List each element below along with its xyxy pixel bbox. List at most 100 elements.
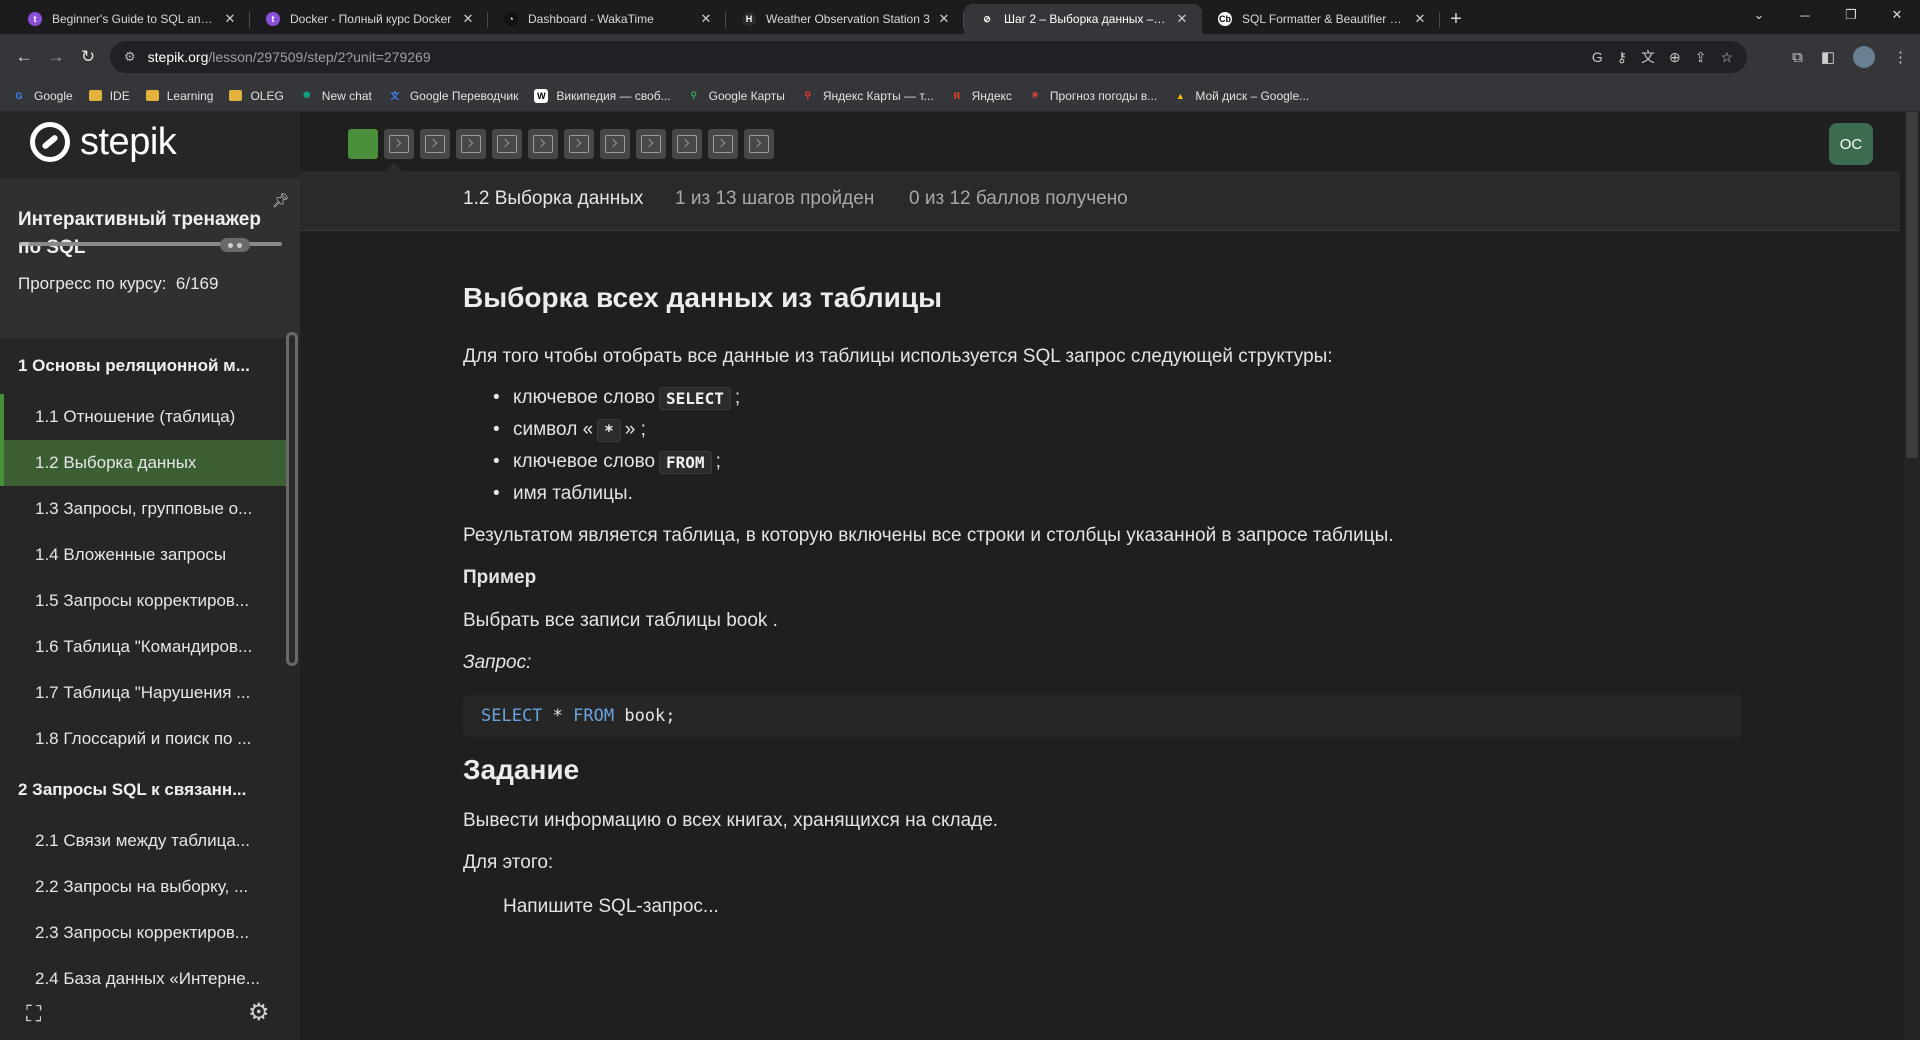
weather-icon: ☀	[1030, 90, 1039, 100]
code-table-name: book;	[614, 706, 676, 726]
step-button[interactable]	[528, 129, 558, 159]
tab-search-icon[interactable]: ⌄	[1736, 0, 1782, 30]
course-title[interactable]: Интерактивный тренажер по SQL	[18, 206, 278, 262]
bookmark-item[interactable]: W Википедия — своб...	[534, 88, 671, 103]
module-title[interactable]: 2 Запросы SQL к связанн...	[0, 762, 286, 818]
content-heading: Выборка всех данных из таблицы	[463, 282, 942, 313]
sidebar-lesson-item[interactable]: 1.7 Таблица "Нарушения ...	[0, 670, 286, 716]
menu-kebab-icon[interactable]: ⋮	[1893, 48, 1908, 66]
module-title[interactable]: 1 Основы реляционной м...	[0, 338, 286, 394]
course-header: 📌︎ Интерактивный тренажер по SQL Прогрес…	[0, 178, 300, 338]
tab-title: Weather Observation Station 3	[766, 12, 930, 26]
address-domain: stepik.org	[147, 49, 209, 65]
new-tab-button[interactable]: +	[1440, 4, 1472, 34]
sidebar-lesson-item[interactable]: 1.3 Запросы, групповые о...	[0, 486, 286, 532]
code-step-icon	[641, 135, 661, 153]
extensions-icon[interactable]: ⧉	[1792, 49, 1803, 66]
bookmark-item[interactable]: ✺ New chat	[300, 89, 372, 103]
inline-code: SELECT	[659, 386, 731, 410]
bookmark-item[interactable]: ⚲ Google Карты	[687, 89, 785, 103]
browser-tab[interactable]: t Beginner's Guide to SQL and Po ✕	[12, 4, 250, 34]
sidebar-lesson-item[interactable]: 1.2 Выборка данных	[0, 440, 286, 486]
inline-code: FROM	[659, 450, 712, 474]
bookmark-label: OLEG	[250, 88, 284, 103]
bookmark-item[interactable]: Я Яндекс	[950, 89, 1012, 103]
browser-tab[interactable]: ⊘ Шаг 2 – Выборка данных – Ste ✕	[964, 4, 1202, 34]
step-button[interactable]	[744, 129, 774, 159]
forward-button[interactable]: →	[40, 41, 72, 73]
lesson-title[interactable]: 1.2 Выборка данных	[463, 188, 643, 210]
bookmark-label: IDE	[109, 88, 130, 103]
step-navigation	[348, 129, 774, 159]
tab-close-icon[interactable]: ✕	[1412, 11, 1428, 27]
structure-list-item: ключевое словоFROM;	[463, 446, 740, 478]
translate-icon[interactable]: 文	[1641, 47, 1655, 67]
back-button[interactable]: ←	[8, 41, 40, 73]
step-button[interactable]	[708, 129, 738, 159]
sidebar-lesson-item[interactable]: 2.4 База данных «Интерне...	[0, 956, 286, 988]
sidebar-lesson-item[interactable]: 1.8 Глоссарий и поиск по ...	[0, 716, 286, 762]
step-button[interactable]	[348, 129, 378, 159]
sidebar-lesson-item[interactable]: 2.2 Запросы на выборку, ...	[0, 864, 286, 910]
profile-avatar-icon[interactable]	[1853, 46, 1875, 68]
step-button[interactable]	[600, 129, 630, 159]
sidebar-lesson-item[interactable]: 2.1 Связи между таблица...	[0, 818, 286, 864]
bookmark-star-icon[interactable]: ☆	[1720, 49, 1733, 66]
sidebar-lesson-item[interactable]: 1.5 Запросы корректиров...	[0, 578, 286, 624]
bookmark-item[interactable]: Learning	[145, 89, 213, 103]
step-button[interactable]	[672, 129, 702, 159]
sidebar-lesson-item[interactable]: 1.1 Отношение (таблица)	[0, 394, 286, 440]
password-key-icon[interactable]: ⚷	[1617, 49, 1627, 66]
code-step-icon	[713, 135, 733, 153]
user-avatar[interactable]: OC	[1829, 123, 1873, 165]
step-button[interactable]	[384, 129, 414, 159]
step-button[interactable]	[456, 129, 486, 159]
restore-button[interactable]: ❐	[1828, 0, 1874, 30]
page-scrollbar[interactable]	[1904, 112, 1920, 1040]
result-text: Результатом является таблица, в которую …	[463, 525, 1394, 546]
code-block: SELECT * FROM book;	[463, 695, 1741, 737]
tab-title: Dashboard - WakaTime	[528, 12, 654, 26]
tab-close-icon[interactable]: ✕	[1174, 11, 1190, 27]
site-settings-icon[interactable]: ⚙	[124, 49, 136, 65]
stepik-logo[interactable]: stepik	[30, 121, 177, 163]
sidebar-lesson-item[interactable]: 1.4 Вложенные запросы	[0, 532, 286, 578]
tab-close-icon[interactable]: ✕	[936, 11, 952, 27]
sidebar-lesson-item[interactable]: 1.6 Таблица "Командиров...	[0, 624, 286, 670]
address-bar[interactable]: ⚙ stepik.org/lesson/297509/step/2?unit=2…	[110, 41, 1747, 73]
bookmark-item[interactable]: IDE	[88, 88, 130, 103]
step-button[interactable]	[492, 129, 522, 159]
bookmark-item[interactable]: ▲ Мой диск – Google...	[1173, 89, 1309, 103]
step-button[interactable]	[636, 129, 666, 159]
zoom-icon[interactable]: ⊕	[1669, 49, 1681, 66]
browser-tab[interactable]: ◔ Dashboard - WakaTime ✕	[488, 4, 726, 34]
browser-tab[interactable]: H Weather Observation Station 3 ✕	[726, 4, 964, 34]
progress-handle[interactable]	[220, 238, 250, 252]
bookmark-item[interactable]: OLEG	[229, 88, 284, 103]
tab-close-icon[interactable]: ✕	[460, 11, 476, 27]
reload-button[interactable]: ↻	[72, 41, 104, 73]
bookmark-item[interactable]: ☀ Прогноз погоды в...	[1028, 89, 1157, 103]
step-button[interactable]	[420, 129, 450, 159]
tab-close-icon[interactable]: ✕	[222, 11, 238, 27]
minimize-button[interactable]: ─	[1782, 0, 1828, 30]
bookmark-item[interactable]: ⚲ Яндекс Карты — т...	[801, 89, 934, 103]
browser-tab[interactable]: t Docker - Полный курс Docker ✕	[250, 4, 488, 34]
sidebar-scrollbar[interactable]	[286, 332, 298, 666]
step-button[interactable]	[564, 129, 594, 159]
code-select-keyword: SELECT	[481, 706, 543, 726]
tab-close-icon[interactable]: ✕	[698, 11, 714, 27]
browser-tab[interactable]: Cb SQL Formatter & Beautifier Onl ✕	[1202, 4, 1440, 34]
side-panel-icon[interactable]: ◧	[1821, 48, 1835, 66]
stepik-page: stepik 📌︎ Интерактивный тренажер по SQL …	[0, 112, 1920, 1040]
fullscreen-icon[interactable]: ⛶	[26, 1002, 50, 1026]
google-lens-icon[interactable]: G	[1592, 49, 1603, 65]
bookmark-item[interactable]: G Google	[12, 89, 72, 103]
bookmark-item[interactable]: 文 Google Переводчик	[388, 89, 518, 103]
settings-gear-icon[interactable]: ⚙	[248, 1000, 274, 1026]
close-window-button[interactable]: ✕	[1874, 0, 1920, 30]
share-icon[interactable]: ⇪	[1695, 49, 1707, 66]
lesson-main: OC 1.2 Выборка данных 1 из 13 шагов прой…	[300, 112, 1920, 1040]
sidebar-lesson-item[interactable]: 2.3 Запросы корректиров...	[0, 910, 286, 956]
steps-progress: 1 из 13 шагов пройден	[675, 188, 875, 209]
